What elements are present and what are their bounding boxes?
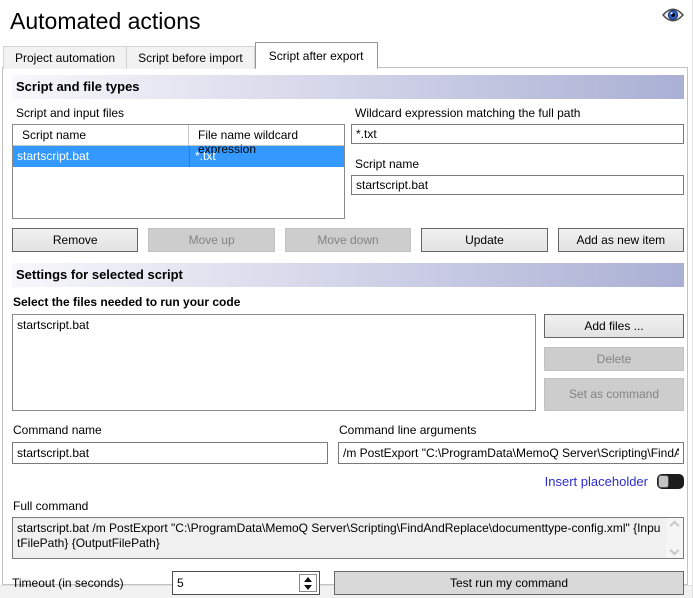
full-command-box: startscript.bat /m PostExport "C:\Progra… <box>12 517 684 559</box>
script-name-input[interactable] <box>351 175 684 195</box>
remove-button[interactable]: Remove <box>12 228 138 252</box>
tab-strip: Project automation Script before import … <box>0 42 692 68</box>
spin-down-button[interactable] <box>300 583 316 591</box>
list-item[interactable]: startscript.bat <box>16 317 532 333</box>
command-name-label: Command name <box>13 423 328 437</box>
column-header-script-name[interactable]: Script name <box>13 125 189 145</box>
delete-button[interactable]: Delete <box>544 347 684 371</box>
down-arrow-icon <box>304 585 312 590</box>
section-header-script-file-types: Script and file types <box>12 75 684 99</box>
full-command-label: Full command <box>13 499 684 513</box>
up-arrow-icon <box>304 577 312 582</box>
wildcard-expression-label: Wildcard expression matching the full pa… <box>355 106 684 120</box>
command-name-input[interactable] <box>12 442 328 464</box>
insert-placeholder-link[interactable]: Insert placeholder <box>545 474 648 489</box>
script-name-label: Script name <box>355 157 684 171</box>
insert-placeholder-toggle[interactable] <box>657 474 684 489</box>
add-as-new-item-button[interactable]: Add as new item <box>558 228 684 252</box>
cell-script-name: startscript.bat <box>13 146 189 167</box>
timeout-label: Timeout (in seconds) <box>12 576 172 590</box>
eye-icon[interactable] <box>662 7 684 23</box>
command-line-arguments-label: Command line arguments <box>339 423 684 437</box>
files-needed-label: Select the files needed to run your code <box>13 295 684 309</box>
table-header-row: Script name File name wildcard expressio… <box>13 125 344 146</box>
test-run-command-button[interactable]: Test run my command <box>334 571 684 595</box>
tab-script-after-export[interactable]: Script after export <box>255 42 378 69</box>
files-button-column: Add files ... Delete Set as command <box>544 314 684 411</box>
command-line-arguments-input[interactable] <box>338 442 684 464</box>
wildcard-expression-input[interactable] <box>351 124 684 144</box>
full-command-scrollbar[interactable] <box>666 518 683 558</box>
set-as-command-button[interactable]: Set as command <box>544 378 684 411</box>
tab-script-before-import[interactable]: Script before import <box>127 46 255 69</box>
move-down-button[interactable]: Move down <box>285 228 411 252</box>
scroll-up-icon[interactable] <box>670 521 680 531</box>
spin-up-button[interactable] <box>300 575 316 583</box>
script-input-files-label: Script and input files <box>16 106 345 120</box>
full-command-text: startscript.bat /m PostExport "C:\Progra… <box>13 518 666 558</box>
timeout-spinner[interactable] <box>172 571 320 595</box>
page-title: Automated actions <box>10 8 682 35</box>
table-row[interactable]: startscript.bat *.txt <box>13 146 344 167</box>
spinner-buttons <box>299 574 317 592</box>
column-header-wildcard[interactable]: File name wildcard expression <box>189 125 344 145</box>
table-button-row: Remove Move up Move down Update Add as n… <box>12 228 684 252</box>
section-header-settings: Settings for selected script <box>12 263 684 287</box>
scroll-down-icon[interactable] <box>670 546 680 556</box>
toggle-knob <box>658 475 669 488</box>
tab-project-automation[interactable]: Project automation <box>3 46 127 69</box>
script-files-listbox[interactable]: startscript.bat <box>12 314 536 411</box>
move-up-button[interactable]: Move up <box>148 228 274 252</box>
title-bar: Automated actions <box>0 0 692 42</box>
tab-page: Script and file types Script and input f… <box>2 67 688 585</box>
add-files-button[interactable]: Add files ... <box>544 314 684 338</box>
timeout-input[interactable] <box>173 572 319 594</box>
cell-wildcard: *.txt <box>189 146 344 167</box>
update-button[interactable]: Update <box>421 228 547 252</box>
script-files-table[interactable]: Script name File name wildcard expressio… <box>12 124 345 219</box>
